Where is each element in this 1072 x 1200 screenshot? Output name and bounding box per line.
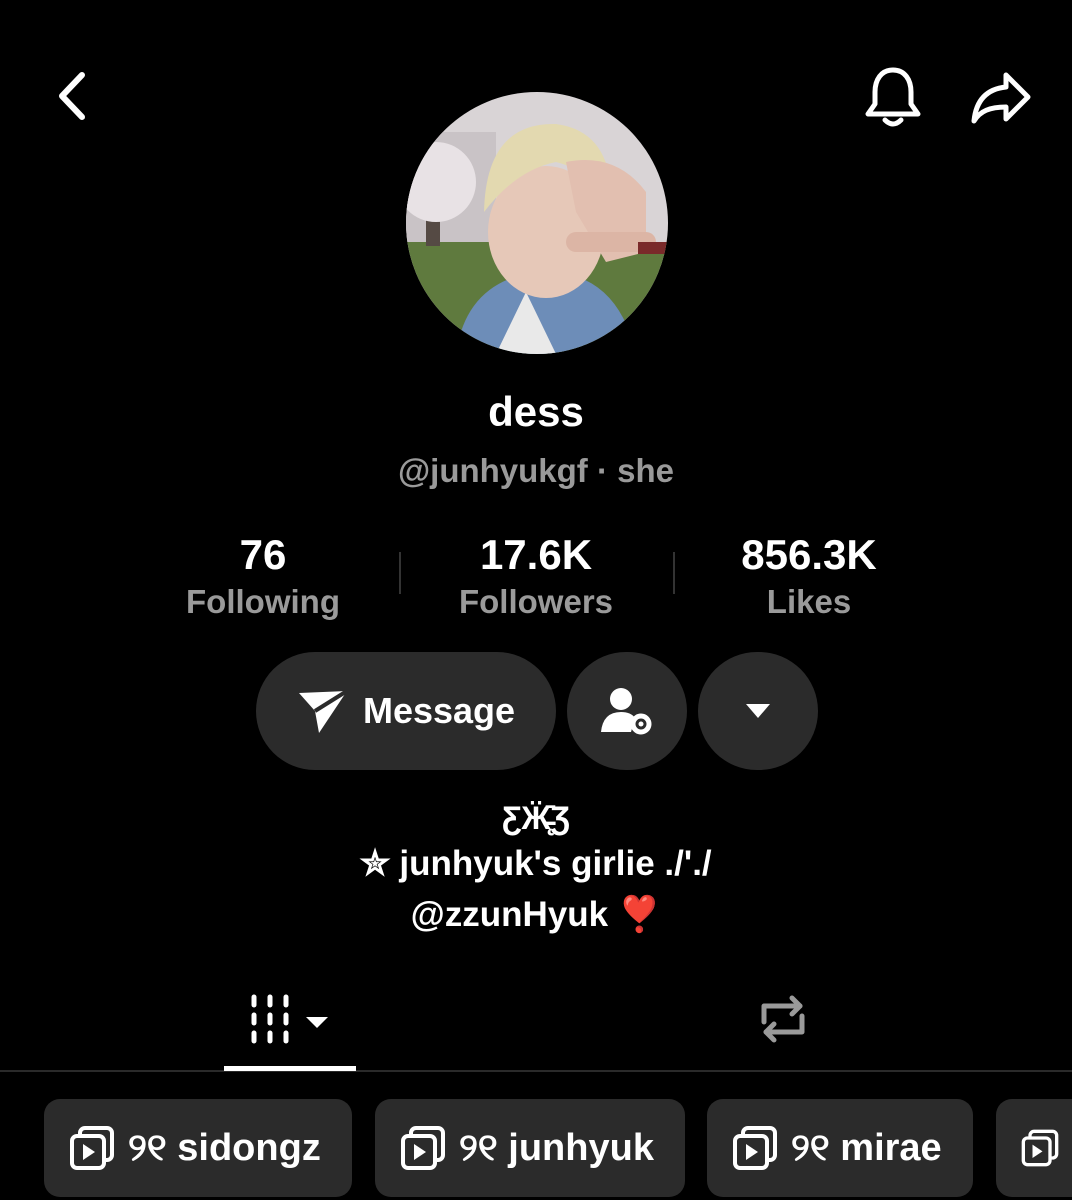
stat-value: 76	[239, 531, 287, 578]
paper-plane-icon	[298, 689, 349, 733]
bio-line-2: ✮ junhyuk's girlie ./'./	[360, 844, 712, 883]
playlist-chip[interactable]: ୨୧ junhyuk	[375, 1099, 685, 1197]
message-button[interactable]: Message	[256, 652, 556, 770]
caret-down-icon	[746, 704, 770, 718]
stat-divider	[673, 552, 675, 594]
stat-divider	[399, 552, 401, 594]
playlist-chip[interactable]	[996, 1099, 1072, 1197]
back-button[interactable]	[44, 66, 100, 126]
bio-line-3[interactable]: @zzunHyuk ❣️	[0, 894, 1072, 935]
message-label: Message	[362, 690, 516, 731]
handle-line: @junhyukgf · she	[0, 452, 1072, 490]
chevron-left-icon	[59, 72, 85, 120]
stat-followers[interactable]: 17.6K Followers	[426, 528, 646, 622]
tab-reposts[interactable]	[738, 986, 828, 1052]
tab-divider	[0, 1070, 1072, 1072]
tab-videos[interactable]	[224, 986, 356, 1052]
playlist-label: ୨୧ junhyuk	[459, 1126, 654, 1169]
stat-value: 856.3K	[741, 531, 877, 578]
user-gear-icon	[601, 688, 652, 735]
pronouns: · she	[596, 452, 675, 489]
playlist-icon	[70, 1126, 114, 1170]
repost-icon	[761, 995, 805, 1043]
bell-icon	[865, 67, 921, 127]
notification-button[interactable]	[858, 62, 928, 132]
share-arrow-icon	[971, 72, 1031, 124]
stat-value: 17.6K	[479, 531, 593, 578]
share-button[interactable]	[964, 62, 1038, 132]
avatar[interactable]	[406, 92, 668, 354]
playlist-chip[interactable]: ୨୧ sidongz	[44, 1099, 352, 1197]
stat-following[interactable]: 76 Following	[153, 528, 373, 622]
playlist-label: ୨୧ sidongz	[128, 1126, 321, 1169]
stat-label: Followers	[458, 583, 614, 620]
grid-icon	[251, 994, 328, 1044]
follow-settings-button[interactable]	[567, 652, 687, 770]
stat-label: Following	[186, 583, 340, 620]
display-name: dess	[488, 388, 584, 435]
playlist-label: ୨୧ mirae	[791, 1126, 942, 1169]
active-tab-indicator	[224, 1066, 356, 1071]
bio-line-1: ƸӜ̵̨̄Ʒ	[501, 800, 570, 836]
playlist-icon	[401, 1126, 445, 1170]
playlist-icon	[1021, 1129, 1059, 1167]
stat-likes[interactable]: 856.3K Likes	[699, 528, 919, 622]
username: @junhyukgf	[397, 452, 588, 489]
more-options-button[interactable]	[698, 652, 818, 770]
profile-photo	[406, 92, 668, 354]
playlist-chip[interactable]: ୨୧ mirae	[707, 1099, 973, 1197]
playlist-icon	[733, 1126, 777, 1170]
stat-label: Likes	[766, 583, 852, 620]
